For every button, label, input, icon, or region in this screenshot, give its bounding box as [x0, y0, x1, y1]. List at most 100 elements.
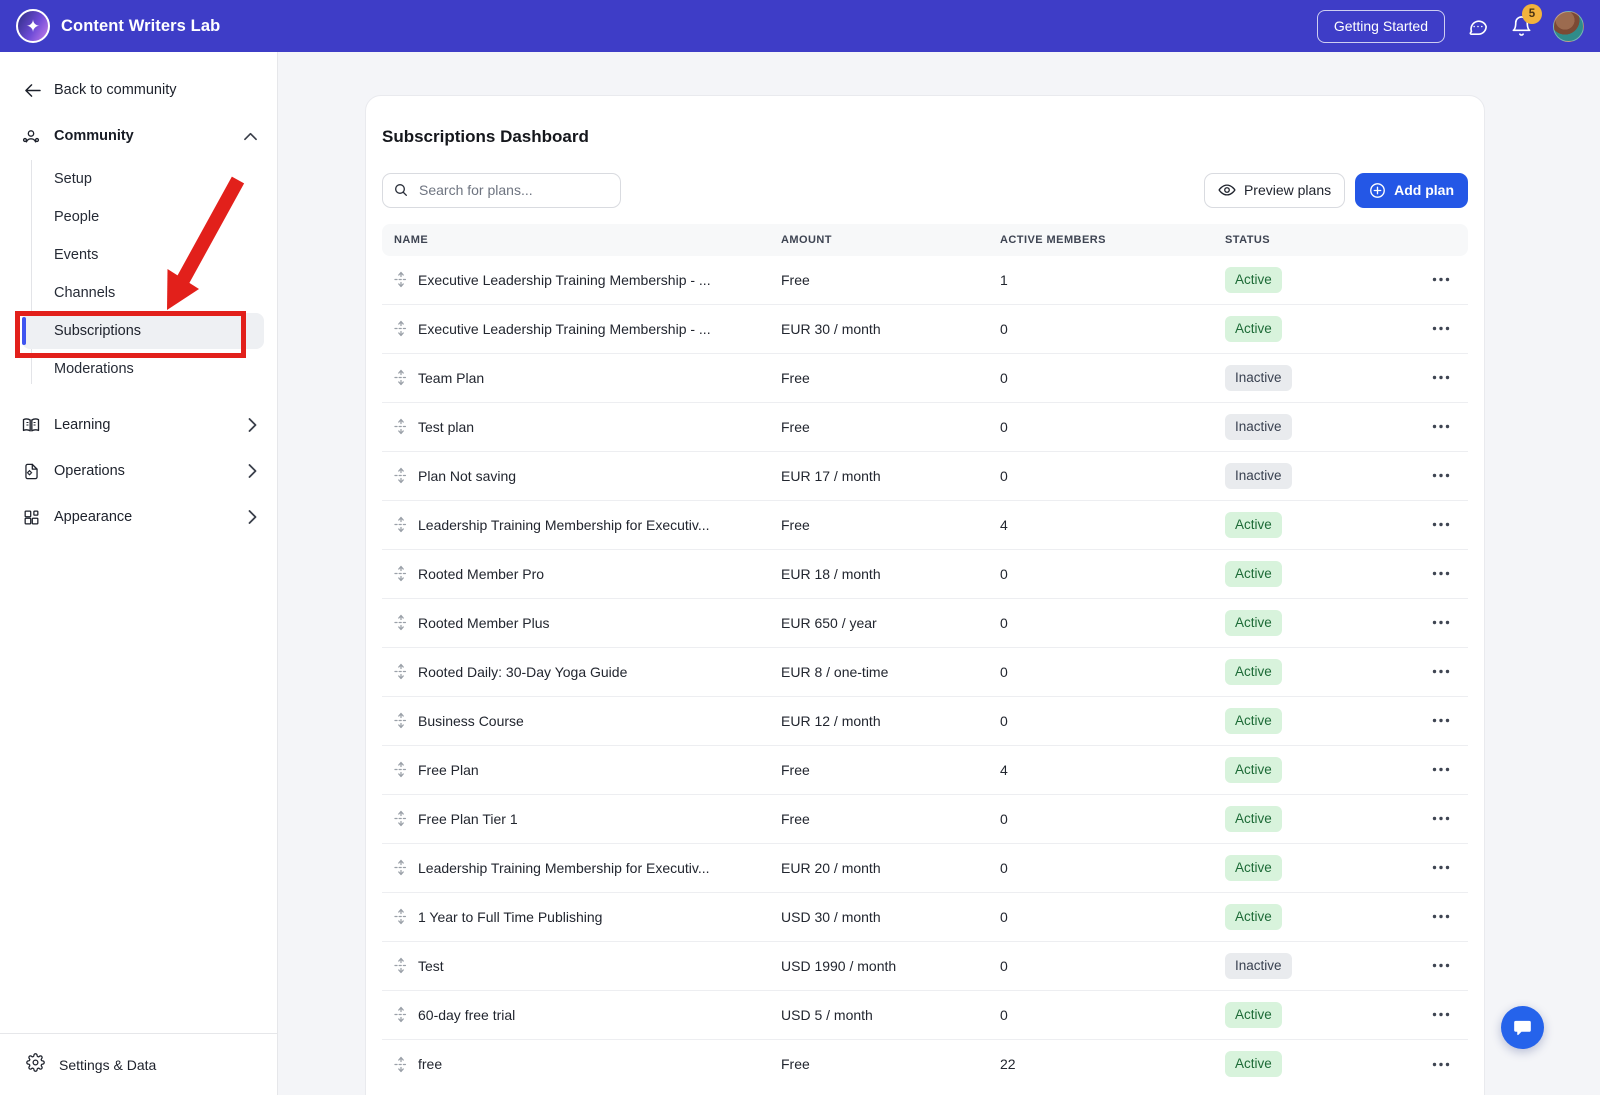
drag-handle-icon[interactable] — [394, 565, 408, 582]
row-menu-button[interactable] — [1428, 518, 1454, 531]
table-row: TestUSD 1990 / month0Inactive — [382, 942, 1468, 991]
plan-active-members: 22 — [1000, 1056, 1225, 1072]
row-menu-button[interactable] — [1428, 959, 1454, 972]
drag-handle-icon[interactable] — [394, 1006, 408, 1023]
plan-name: Rooted Member Pro — [418, 566, 544, 582]
row-menu-button[interactable] — [1428, 763, 1454, 776]
row-menu-button[interactable] — [1428, 469, 1454, 482]
column-name: NAME — [382, 234, 781, 246]
plan-amount: Free — [781, 272, 1000, 288]
sidebar-section-learning[interactable]: Learning — [0, 402, 277, 448]
user-avatar[interactable] — [1553, 11, 1584, 42]
row-menu-button[interactable] — [1428, 910, 1454, 923]
plan-active-members: 0 — [1000, 370, 1225, 386]
drag-handle-icon[interactable] — [394, 516, 408, 533]
app-screen: ✦ Content Writers Lab Getting Started 5 — [0, 0, 1600, 1095]
getting-started-button[interactable]: Getting Started — [1317, 10, 1445, 43]
sidebar-section-community[interactable]: Community — [0, 110, 277, 160]
plan-name: Rooted Member Plus — [418, 615, 550, 631]
chat-launcher-button[interactable] — [1501, 1006, 1544, 1049]
plan-active-members: 0 — [1000, 468, 1225, 484]
community-icon — [20, 126, 42, 146]
messages-icon[interactable] — [1465, 14, 1489, 38]
sidebar-section-appearance[interactable]: Appearance — [0, 494, 277, 540]
drag-handle-icon[interactable] — [394, 1056, 408, 1073]
notifications-bell[interactable]: 5 — [1509, 14, 1533, 38]
plan-active-members: 0 — [1000, 1007, 1225, 1023]
eye-icon — [1218, 183, 1236, 197]
sidebar-item-channels[interactable]: Channels — [0, 274, 277, 312]
plan-active-members: 1 — [1000, 272, 1225, 288]
plan-active-members: 0 — [1000, 909, 1225, 925]
row-menu-button[interactable] — [1428, 420, 1454, 433]
status-badge: Inactive — [1225, 953, 1292, 979]
drag-handle-icon[interactable] — [394, 614, 408, 631]
drag-handle-icon[interactable] — [394, 271, 408, 288]
drag-handle-icon[interactable] — [394, 957, 408, 974]
chevron-up-icon — [244, 132, 257, 141]
row-menu-button[interactable] — [1428, 322, 1454, 335]
drag-handle-icon[interactable] — [394, 369, 408, 386]
sidebar-item-moderations[interactable]: Moderations — [0, 350, 277, 388]
top-navigation-bar: ✦ Content Writers Lab Getting Started 5 — [0, 0, 1600, 52]
plan-amount: EUR 12 / month — [781, 713, 1000, 729]
row-menu-button[interactable] — [1428, 273, 1454, 286]
table-row: Business CourseEUR 12 / month0Active — [382, 697, 1468, 746]
preview-plans-button[interactable]: Preview plans — [1204, 173, 1345, 208]
row-menu-button[interactable] — [1428, 665, 1454, 678]
row-menu-button[interactable] — [1428, 812, 1454, 825]
drag-handle-icon[interactable] — [394, 467, 408, 484]
plans-search[interactable] — [382, 173, 621, 208]
table-row: Leadership Training Membership for Execu… — [382, 844, 1468, 893]
plan-active-members: 0 — [1000, 811, 1225, 827]
row-menu-button[interactable] — [1428, 714, 1454, 727]
search-input[interactable] — [417, 181, 610, 199]
drag-handle-icon[interactable] — [394, 712, 408, 729]
plan-amount: EUR 17 / month — [781, 468, 1000, 484]
status-badge: Active — [1225, 561, 1282, 587]
row-menu-button[interactable] — [1428, 567, 1454, 580]
drag-handle-icon[interactable] — [394, 810, 408, 827]
sidebar-section-operations[interactable]: Operations — [0, 448, 277, 494]
row-menu-button[interactable] — [1428, 861, 1454, 874]
plan-active-members: 0 — [1000, 713, 1225, 729]
row-menu-button[interactable] — [1428, 371, 1454, 384]
sidebar-item-setup[interactable]: Setup — [0, 160, 277, 198]
drag-handle-icon[interactable] — [394, 761, 408, 778]
table-row: Executive Leadership Training Membership… — [382, 256, 1468, 305]
plus-circle-icon — [1369, 182, 1386, 199]
subscriptions-card: Subscriptions Dashboard Preview plans Ad… — [365, 95, 1485, 1095]
community-subnav: Setup People Events Channels Subscriptio… — [0, 160, 277, 392]
row-menu-button[interactable] — [1428, 1008, 1454, 1021]
drag-handle-icon[interactable] — [394, 663, 408, 680]
row-menu-button[interactable] — [1428, 616, 1454, 629]
column-status: STATUS — [1225, 234, 1420, 246]
table-row: 1 Year to Full Time PublishingUSD 30 / m… — [382, 893, 1468, 942]
plan-name: Test — [418, 958, 444, 974]
drag-handle-icon[interactable] — [394, 859, 408, 876]
plan-name: Executive Leadership Training Membership… — [418, 321, 711, 337]
plan-name: Plan Not saving — [418, 468, 516, 484]
settings-and-data-link[interactable]: Settings & Data — [0, 1033, 277, 1095]
gear-icon — [26, 1053, 45, 1077]
table-row: Executive Leadership Training Membership… — [382, 305, 1468, 354]
add-plan-button[interactable]: Add plan — [1355, 173, 1468, 208]
plan-name: Leadership Training Membership for Execu… — [418, 517, 710, 533]
drag-handle-icon[interactable] — [394, 320, 408, 337]
drag-handle-icon[interactable] — [394, 908, 408, 925]
community-logo[interactable]: ✦ — [16, 9, 50, 43]
sidebar-item-people[interactable]: People — [0, 198, 277, 236]
back-to-community-link[interactable]: Back to community — [0, 52, 277, 110]
plan-name: Leadership Training Membership for Execu… — [418, 860, 710, 876]
drag-handle-icon[interactable] — [394, 418, 408, 435]
sidebar-item-subscriptions[interactable]: Subscriptions — [22, 313, 264, 349]
table-row: Team PlanFree0Inactive — [382, 354, 1468, 403]
sidebar-item-events[interactable]: Events — [0, 236, 277, 274]
arrow-left-icon — [24, 83, 41, 98]
column-active-members: ACTIVE MEMBERS — [1000, 234, 1225, 246]
status-badge: Active — [1225, 1002, 1282, 1028]
status-badge: Inactive — [1225, 463, 1292, 489]
row-menu-button[interactable] — [1428, 1058, 1454, 1071]
status-badge: Active — [1225, 316, 1282, 342]
plan-active-members: 0 — [1000, 615, 1225, 631]
